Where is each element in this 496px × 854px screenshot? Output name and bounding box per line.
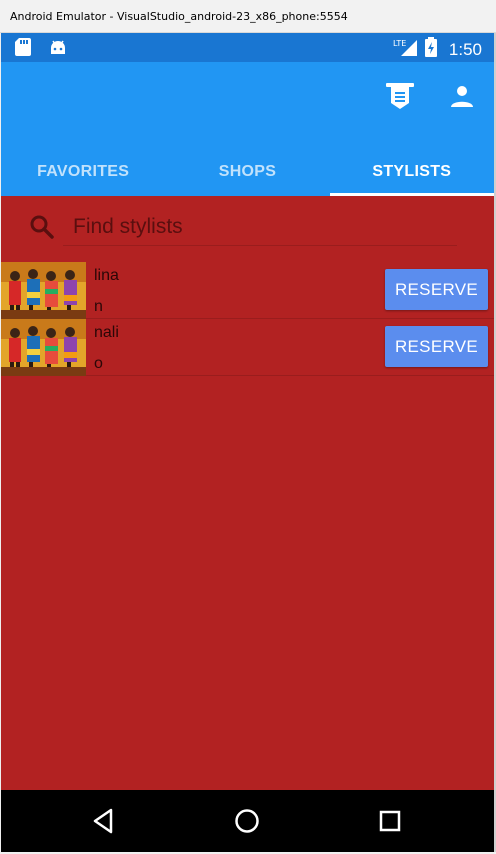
tab-bar: FAVORITES SHOPS STYLISTS (1, 147, 494, 196)
stylist-name: lina (94, 267, 119, 284)
battery-icon (424, 37, 437, 62)
reserve-button[interactable]: RESERVE (385, 326, 488, 367)
network-type: LTE (393, 39, 406, 48)
clock: 1:50 (448, 39, 482, 59)
stylist-name: nali (94, 324, 119, 341)
tab-shops[interactable]: SHOPS (165, 147, 329, 196)
account-icon (450, 84, 474, 113)
device-screen: LTE 1:50 FAVORITES SHOPS STYLISTS Find s… (1, 33, 494, 852)
stylist-photo (1, 262, 86, 319)
stylists-page: lina n RESERVE nali o (1, 196, 494, 790)
shop-sign-button[interactable] (384, 82, 416, 114)
sd-card-icon (15, 38, 31, 61)
account-button[interactable] (446, 82, 478, 114)
stylist-list: lina n RESERVE nali o RESERVE (1, 262, 494, 376)
stylist-name-continued: n (94, 298, 103, 315)
home-button[interactable] (232, 808, 262, 838)
recents-button[interactable] (375, 808, 405, 838)
navigation-bar (1, 790, 494, 852)
list-item[interactable]: nali o RESERVE (1, 319, 494, 376)
tab-stylists[interactable]: STYLISTS (329, 147, 494, 196)
list-item[interactable]: lina n RESERVE (1, 262, 494, 319)
app-bar: FAVORITES SHOPS STYLISTS (1, 62, 494, 196)
android-icon (49, 38, 67, 61)
recents-icon (379, 810, 401, 837)
signal-icon: LTE (393, 37, 419, 62)
stylist-photo (1, 319, 86, 376)
status-bar: LTE 1:50 (1, 33, 494, 62)
home-icon (234, 808, 260, 839)
shop-sign-icon (385, 81, 415, 116)
tab-favorites[interactable]: FAVORITES (1, 147, 165, 196)
stylist-name-continued: o (94, 355, 103, 372)
back-button[interactable] (88, 808, 118, 838)
search-bar (29, 208, 457, 248)
back-icon (91, 808, 115, 839)
emulator-window-title: Android Emulator - VisualStudio_android-… (0, 0, 496, 33)
reserve-button[interactable]: RESERVE (385, 269, 488, 310)
search-icon (29, 214, 55, 245)
search-input[interactable] (63, 208, 457, 246)
